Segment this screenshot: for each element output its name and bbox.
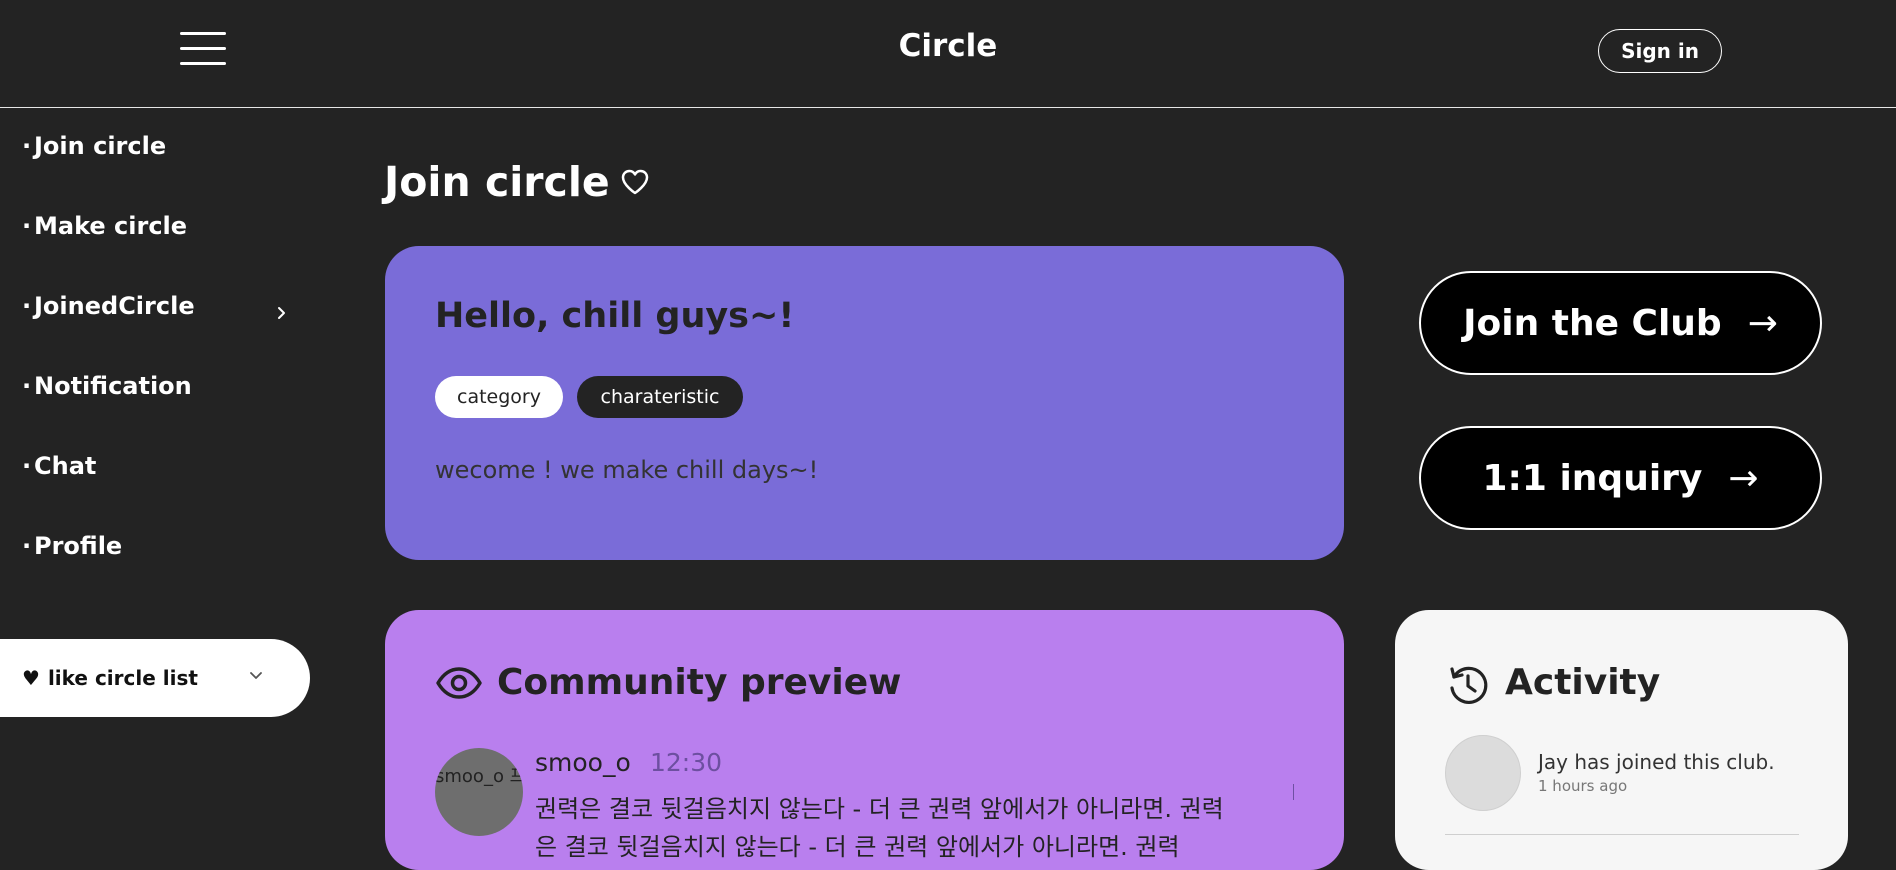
arrow-right-icon: → (1728, 457, 1759, 499)
characteristic-tag: charateristic (577, 376, 743, 418)
activity-card: Activity Jay has joined this club. 1 hou… (1395, 610, 1848, 870)
sidebar-item-label: Chat (34, 452, 97, 480)
sidebar-item-joined-circle[interactable]: · JoinedCircle (22, 292, 195, 320)
sidebar-item-make-circle[interactable]: · Make circle (22, 212, 187, 240)
menu-line (180, 62, 226, 65)
heart-icon: ♥ (22, 666, 40, 690)
history-icon (1450, 666, 1488, 704)
menu-line (180, 32, 226, 35)
activity-text: Jay has joined this club. (1538, 750, 1775, 774)
post-time: 12:30 (650, 748, 723, 777)
sidebar-item-label: Profile (34, 532, 123, 560)
inquiry-button[interactable]: 1:1 inquiry → (1419, 426, 1822, 530)
activity-title: Activity (1505, 662, 1661, 703)
sidebar-item-label: Notification (34, 372, 192, 400)
sidebar-item-label: Join circle (34, 132, 167, 160)
join-club-button[interactable]: Join the Club → (1419, 271, 1822, 375)
avatar[interactable]: smoo_o 프로필 이미지 (435, 748, 523, 836)
sidebar-item-label: Make circle (34, 212, 188, 240)
activity-timestamp: 1 hours ago (1538, 777, 1628, 795)
sidebar-item-label: JoinedCircle (34, 292, 195, 320)
heart-outline-icon[interactable] (620, 168, 650, 196)
sign-in-button[interactable]: Sign in (1598, 29, 1722, 73)
avatar (1445, 735, 1521, 811)
bullet: · (22, 532, 32, 560)
bullet: · (22, 132, 32, 160)
divider (1445, 834, 1799, 835)
bullet: · (22, 452, 32, 480)
chevron-down-icon (250, 672, 262, 679)
circle-description: wecome ! we make chill days~! (435, 456, 819, 484)
post-body: 권력은 결코 뒷걸음치지 않는다 - 더 큰 권력 앞에서가 아니라면. 권력은… (535, 795, 1224, 861)
category-tag: category (435, 376, 563, 418)
scrollbar-thumb[interactable] (1293, 784, 1294, 800)
circle-intro-card: Hello, chill guys~! category charaterist… (385, 246, 1344, 560)
sidebar-item-chat[interactable]: · Chat (22, 452, 96, 480)
page-title: Join circle (384, 158, 610, 206)
sidebar-item-join-circle[interactable]: · Join circle (22, 132, 166, 160)
top-bar: Circle Sign in (0, 0, 1896, 108)
like-circle-list-label: like circle list (47, 666, 198, 690)
menu-icon[interactable] (180, 32, 226, 66)
sidebar-item-profile[interactable]: · Profile (22, 532, 122, 560)
menu-line (180, 47, 226, 50)
chevron-right-icon[interactable] (275, 302, 289, 324)
arrow-right-icon: → (1747, 302, 1778, 344)
community-preview-card: Community preview smoo_o 프로필 이미지 smoo_o … (385, 610, 1344, 870)
bullet: · (22, 292, 32, 320)
community-preview-title: Community preview (497, 662, 902, 703)
join-club-label: Join the Club (1463, 302, 1722, 344)
inquiry-label: 1:1 inquiry (1482, 457, 1703, 499)
bullet: · (22, 212, 32, 240)
bullet: · (22, 372, 32, 400)
circle-title: Hello, chill guys~! (435, 296, 795, 336)
sidebar-item-notification[interactable]: · Notification (22, 372, 192, 400)
eye-icon (436, 667, 482, 699)
post-username[interactable]: smoo_o (535, 748, 631, 777)
like-circle-list-dropdown[interactable]: ♥ like circle list (0, 639, 310, 717)
